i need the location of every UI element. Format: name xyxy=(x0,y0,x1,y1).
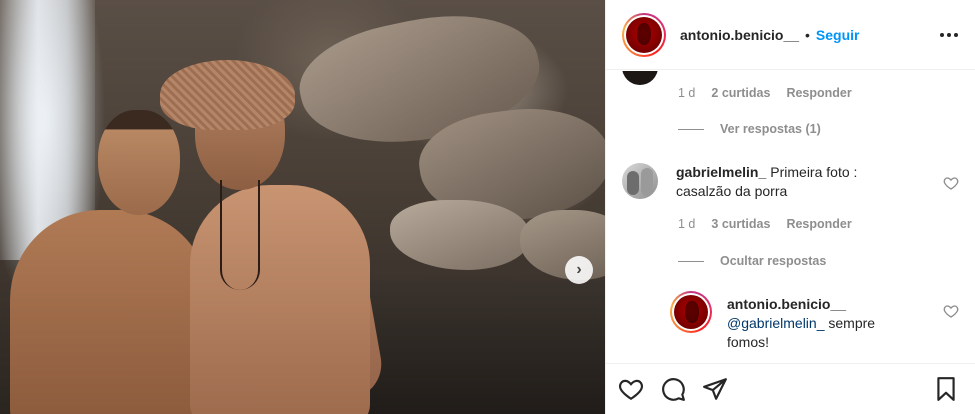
rock xyxy=(390,200,530,270)
hide-replies-button[interactable]: Ocultar respostas xyxy=(678,254,826,268)
reply-button[interactable]: Responder xyxy=(786,217,851,231)
comment-age: 1 d xyxy=(678,86,696,100)
comment-meta: 1 d 3 curtidas Responder xyxy=(678,217,852,231)
avatar-image xyxy=(674,295,708,329)
likes-count[interactable]: 2 curtidas xyxy=(711,86,770,100)
author-username[interactable]: antonio.benicio__ xyxy=(680,27,799,43)
hide-replies-label: Ocultar respostas xyxy=(720,254,827,268)
chevron-right-icon[interactable]: › xyxy=(565,256,593,284)
water xyxy=(350,280,605,414)
person-left-body xyxy=(10,210,210,414)
view-replies-label: Ver respostas (1) xyxy=(720,122,821,136)
author-avatar[interactable] xyxy=(670,291,712,333)
reply-body: antonio.benicio__ @gabrielmelin_ sempre … xyxy=(727,295,917,352)
likes-count[interactable]: 3 curtidas xyxy=(711,217,770,231)
avatar-image xyxy=(626,16,662,53)
comment-username[interactable]: gabrielmelin_ xyxy=(676,164,766,180)
comment-body: gabrielmelin_ Primeira foto : casalzão da… xyxy=(676,163,911,201)
person-right-body xyxy=(190,185,370,414)
mention-link[interactable]: @gabrielmelin_ xyxy=(727,315,824,331)
post-side-panel: antonio.benicio__ • Seguir 1 d 2 curtida… xyxy=(605,0,975,414)
like-reply-heart-icon[interactable] xyxy=(943,303,959,319)
avatar[interactable] xyxy=(622,163,658,199)
comment-age: 1 d xyxy=(678,217,696,231)
necklace xyxy=(220,180,260,290)
divider xyxy=(678,128,704,130)
comments-list[interactable]: 1 d 2 curtidas Responder Ver respostas (… xyxy=(606,71,975,363)
divider xyxy=(678,260,704,262)
post-actions-bar xyxy=(606,363,975,414)
share-icon[interactable] xyxy=(702,376,728,402)
post-photo[interactable]: › xyxy=(0,0,605,414)
view-replies-button[interactable]: Ver respostas (1) xyxy=(678,122,821,136)
heart-icon[interactable] xyxy=(618,376,644,402)
reply-comment: antonio.benicio__ @gabrielmelin_ sempre … xyxy=(670,291,959,352)
like-comment-heart-icon[interactable] xyxy=(943,175,959,191)
bookmark-icon[interactable] xyxy=(933,376,959,402)
comment-meta: 1 d 2 curtidas Responder xyxy=(678,86,852,100)
comment: gabrielmelin_ Primeira foto : casalzão da… xyxy=(622,163,959,201)
straw-hat xyxy=(160,60,295,130)
post-header: antonio.benicio__ • Seguir xyxy=(606,0,975,70)
reply-username[interactable]: antonio.benicio__ xyxy=(727,296,846,312)
separator-dot: • xyxy=(805,26,810,43)
avatar[interactable] xyxy=(622,71,658,85)
comment-icon[interactable] xyxy=(660,376,686,402)
follow-button[interactable]: Seguir xyxy=(816,27,860,43)
person-left-head xyxy=(98,110,180,215)
author-avatar[interactable] xyxy=(622,12,666,57)
reply-button[interactable]: Responder xyxy=(786,86,851,100)
more-options-icon[interactable] xyxy=(939,32,959,38)
